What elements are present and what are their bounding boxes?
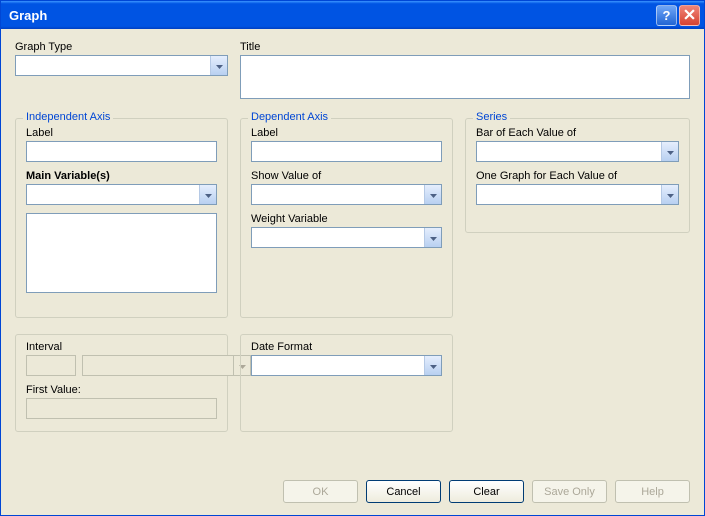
series-legend: Series — [473, 111, 510, 123]
chevron-down-icon — [430, 360, 437, 372]
main-variable-combo[interactable] — [26, 184, 217, 205]
weight-variable-dropdown-button[interactable] — [424, 228, 441, 247]
one-graph-combo[interactable] — [476, 184, 679, 205]
help-icon: ? — [663, 8, 671, 23]
interval-unit-input — [83, 356, 233, 375]
cancel-button[interactable]: Cancel — [366, 480, 441, 503]
independent-axis-group: Independent Axis Label Main Variable(s) — [15, 118, 228, 318]
main-variable-dropdown-button[interactable] — [199, 185, 216, 204]
dep-label-label: Label — [251, 127, 442, 139]
first-value-input — [26, 398, 217, 419]
title-input[interactable] — [240, 55, 690, 99]
help-button: Help — [615, 480, 690, 503]
window-title: Graph — [9, 8, 47, 23]
main-variable-input[interactable] — [27, 185, 199, 204]
one-graph-input[interactable] — [477, 185, 661, 204]
chevron-down-icon — [667, 189, 674, 201]
dependent-axis-legend: Dependent Axis — [248, 111, 331, 123]
graph-type-input[interactable] — [16, 56, 210, 75]
series-group: Series Bar of Each Value of One Graph fo… — [465, 118, 690, 233]
chevron-down-icon — [430, 189, 437, 201]
titlebar: Graph ? — [1, 1, 704, 29]
title-label: Title — [240, 41, 690, 53]
chevron-down-icon — [216, 60, 223, 72]
weight-variable-input[interactable] — [252, 228, 424, 247]
graph-type-dropdown-button[interactable] — [210, 56, 227, 75]
date-format-input[interactable] — [252, 356, 424, 375]
dependent-axis-group: Dependent Axis Label Show Value of Wei — [240, 118, 453, 318]
graph-type-combo[interactable] — [15, 55, 228, 76]
show-value-label: Show Value of — [251, 170, 442, 182]
ind-label-input[interactable] — [26, 141, 217, 162]
dep-label-input[interactable] — [251, 141, 442, 162]
clear-button[interactable]: Clear — [449, 480, 524, 503]
first-value-label: First Value: — [26, 384, 217, 396]
date-format-label: Date Format — [251, 341, 442, 353]
save-only-button: Save Only — [532, 480, 607, 503]
graph-type-label: Graph Type — [15, 41, 228, 53]
interval-label: Interval — [26, 341, 217, 353]
show-value-dropdown-button[interactable] — [424, 185, 441, 204]
interval-unit-combo — [82, 355, 251, 376]
weight-variable-label: Weight Variable — [251, 213, 442, 225]
chevron-down-icon — [205, 189, 212, 201]
chevron-down-icon — [430, 232, 437, 244]
main-variable-list[interactable] — [26, 213, 217, 293]
interval-input — [26, 355, 76, 376]
date-format-dropdown-button[interactable] — [424, 356, 441, 375]
titlebar-help-button[interactable]: ? — [656, 5, 677, 26]
bar-each-value-input[interactable] — [477, 142, 661, 161]
ok-button: OK — [283, 480, 358, 503]
main-variable-label: Main Variable(s) — [26, 170, 217, 182]
date-format-group: Date Format — [240, 334, 453, 432]
show-value-combo[interactable] — [251, 184, 442, 205]
weight-variable-combo[interactable] — [251, 227, 442, 248]
date-format-combo[interactable] — [251, 355, 442, 376]
one-graph-label: One Graph for Each Value of — [476, 170, 679, 182]
close-icon — [684, 8, 695, 23]
chevron-down-icon — [667, 146, 674, 158]
interval-group: Interval First Value: — [15, 334, 228, 432]
one-graph-dropdown-button[interactable] — [661, 185, 678, 204]
bar-each-value-label: Bar of Each Value of — [476, 127, 679, 139]
ind-label-label: Label — [26, 127, 217, 139]
titlebar-close-button[interactable] — [679, 5, 700, 26]
independent-axis-legend: Independent Axis — [23, 111, 113, 123]
button-bar: OK Cancel Clear Save Only Help — [1, 470, 704, 515]
show-value-input[interactable] — [252, 185, 424, 204]
bar-each-value-combo[interactable] — [476, 141, 679, 162]
bar-each-value-dropdown-button[interactable] — [661, 142, 678, 161]
graph-dialog: Graph ? Graph Type Title — [0, 0, 705, 516]
